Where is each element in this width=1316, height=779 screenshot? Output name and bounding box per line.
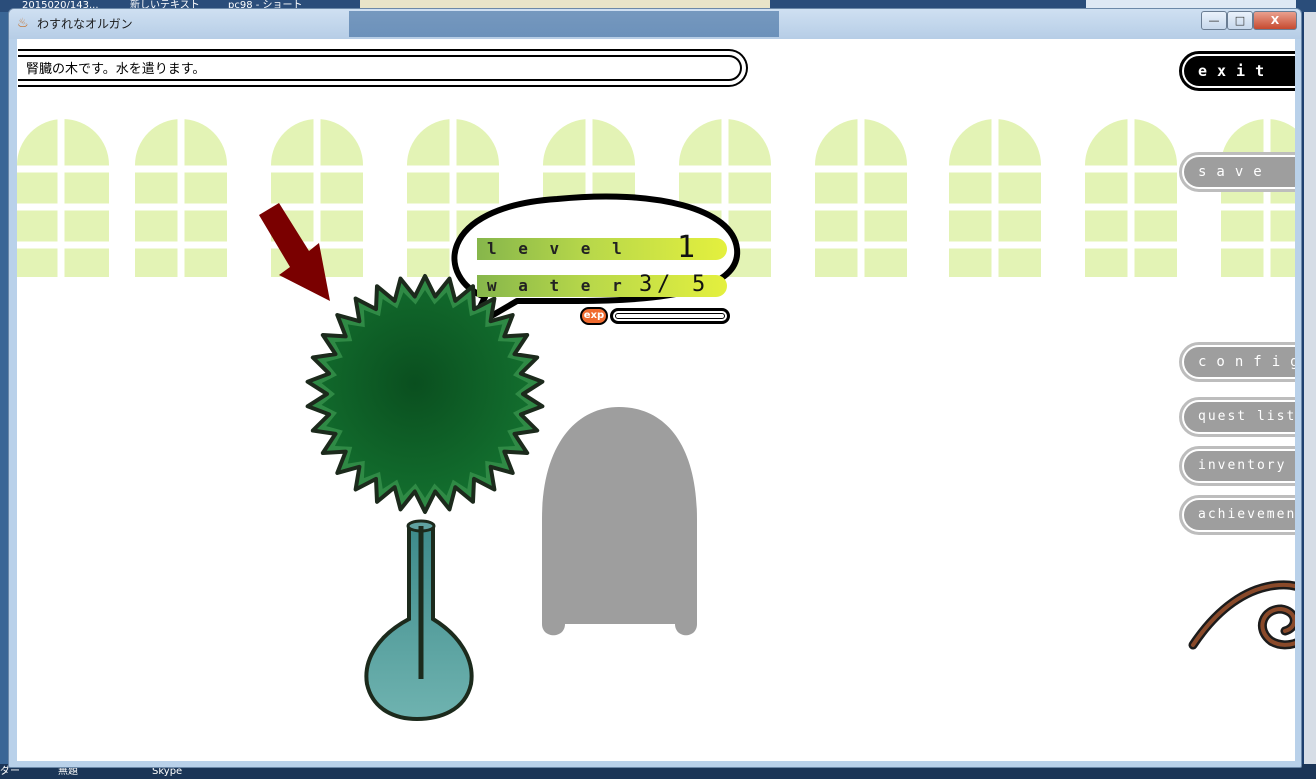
- maximize-button[interactable]: □: [1227, 11, 1253, 30]
- exit-button[interactable]: exit: [1179, 51, 1295, 91]
- window-title: わすれなオルガン: [37, 17, 133, 31]
- java-app-icon: ♨: [17, 16, 29, 31]
- pointer-arrow-icon: [259, 203, 330, 301]
- config-button[interactable]: config: [1179, 342, 1295, 382]
- water-label: w a t e r: [487, 276, 628, 295]
- level-value: 1: [677, 230, 696, 265]
- game-canvas[interactable]: 腎臓の木です。水を遣ります。 l e v e l 1 w a t e r 3 /…: [17, 39, 1295, 761]
- level-bar: l e v e l 1: [477, 230, 727, 265]
- water-max: 5: [692, 272, 706, 297]
- exit-label: exit: [1198, 62, 1275, 80]
- achievement-button[interactable]: achievement: [1179, 495, 1295, 535]
- exp-bar: exp: [580, 307, 730, 325]
- plant-scene: [259, 193, 1295, 722]
- achievement-label: achievement: [1198, 507, 1295, 522]
- save-button[interactable]: save: [1179, 152, 1295, 192]
- window-titlebar[interactable]: ♨ わすれなオルガン — □ X: [9, 9, 1301, 39]
- exp-track: [610, 308, 730, 324]
- inventory-label: inventory: [1198, 458, 1287, 473]
- level-label: l e v e l: [487, 239, 628, 258]
- config-label: config: [1198, 354, 1295, 370]
- flask-vase[interactable]: [364, 519, 474, 722]
- minimize-button[interactable]: —: [1201, 11, 1227, 30]
- inventory-button[interactable]: inventory: [1179, 446, 1295, 486]
- water-separator: /: [657, 272, 671, 297]
- titlebar-glow: [349, 11, 779, 37]
- exp-label: exp: [580, 307, 608, 325]
- water-current: 3: [639, 272, 653, 297]
- water-bar: w a t e r 3 / 5: [477, 272, 727, 299]
- ghost-character[interactable]: [542, 407, 697, 636]
- close-button[interactable]: X: [1253, 11, 1297, 30]
- save-label: save: [1198, 164, 1272, 180]
- quest-list-button[interactable]: quest list: [1179, 397, 1295, 437]
- game-window: ♨ わすれなオルガン — □ X 腎臓の木です。水を遣ります。 l e v e …: [8, 8, 1302, 768]
- rope-spiral: [1188, 580, 1295, 650]
- desktop-right-strip: [1304, 12, 1316, 764]
- quest-list-label: quest list: [1198, 409, 1295, 424]
